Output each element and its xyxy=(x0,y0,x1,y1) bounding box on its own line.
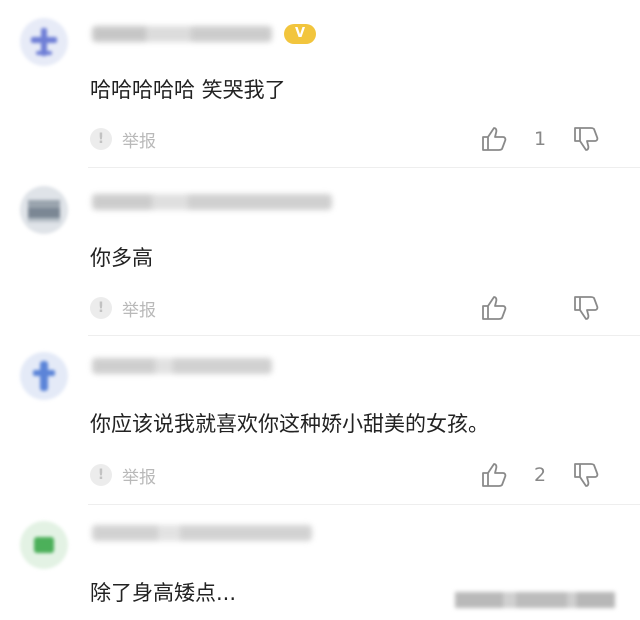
username-blurred[interactable] xyxy=(92,358,272,374)
green-avatar-icon[interactable] xyxy=(20,521,68,569)
comment-item: 你多高 ! 举报 xyxy=(0,168,640,333)
thumbs-down-icon[interactable] xyxy=(572,295,600,321)
like-count: 2 xyxy=(533,464,547,486)
comment-text: 哈哈哈哈哈 笑哭我了 xyxy=(90,78,286,102)
like-count: 1 xyxy=(533,128,547,150)
like-count xyxy=(528,293,552,323)
comment-item: V 哈哈哈哈哈 笑哭我了 ! 举报 1 xyxy=(0,0,640,165)
thumbs-up-icon[interactable] xyxy=(480,295,508,321)
thumbs-down-icon[interactable] xyxy=(572,126,600,152)
comment-text: 除了身高矮点... xyxy=(90,581,237,605)
report-label: 举报 xyxy=(122,467,156,488)
comment-actions: ! 举报 2 xyxy=(0,460,640,490)
report-label: 举报 xyxy=(122,131,156,152)
username-blurred[interactable] xyxy=(92,525,312,541)
exclamation-icon: ! xyxy=(90,464,112,486)
thumbs-down-icon[interactable] xyxy=(572,462,600,488)
pixelated-avatar-icon[interactable] xyxy=(20,186,68,234)
comment-actions: ! 举报 1 xyxy=(0,124,640,154)
exclamation-icon: ! xyxy=(90,297,112,319)
comment-actions: ! 举报 xyxy=(0,293,640,323)
figure-avatar-icon[interactable] xyxy=(20,352,68,400)
report-button[interactable]: ! 举报 xyxy=(90,124,156,154)
report-button[interactable]: ! 举报 xyxy=(90,460,156,490)
airplane-avatar-icon[interactable] xyxy=(20,18,68,66)
report-label: 举报 xyxy=(122,300,156,321)
comment-text: 你应该说我就喜欢你这种娇小甜美的女孩。 xyxy=(90,412,489,436)
watermark xyxy=(455,592,615,608)
thumbs-up-icon[interactable] xyxy=(480,462,508,488)
exclamation-icon: ! xyxy=(90,128,112,150)
thumbs-up-icon[interactable] xyxy=(480,126,508,152)
report-button[interactable]: ! 举报 xyxy=(90,293,156,323)
comment-text: 你多高 xyxy=(90,246,153,270)
comment-item: 你应该说我就喜欢你这种娇小甜美的女孩。 ! 举报 2 xyxy=(0,336,640,502)
username-blurred[interactable] xyxy=(92,26,272,42)
username-blurred[interactable] xyxy=(92,194,332,210)
vip-badge: V xyxy=(284,24,316,44)
